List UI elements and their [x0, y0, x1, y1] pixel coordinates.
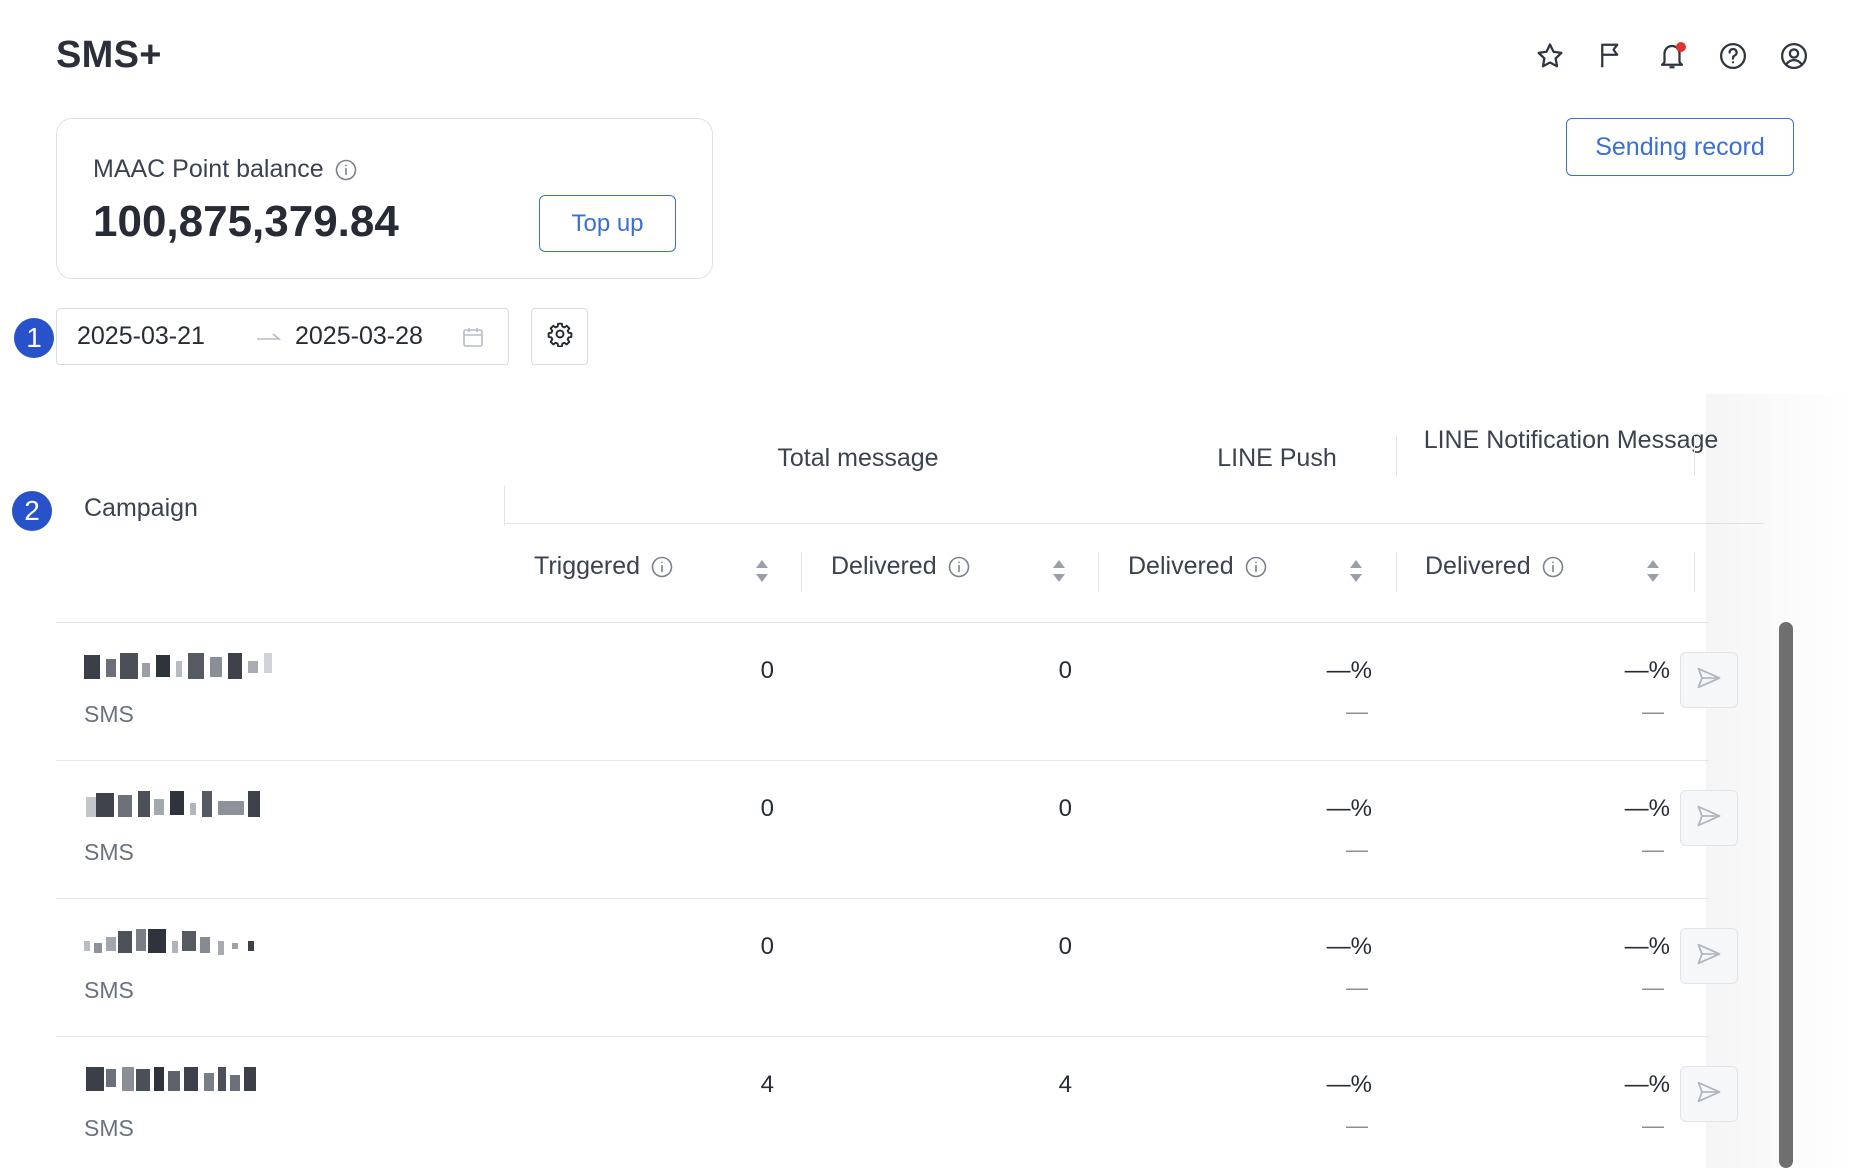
info-icon[interactable]: [650, 555, 674, 579]
send-icon: [1695, 802, 1723, 835]
group-header-total-message: Total message: [777, 444, 939, 472]
line-push-rate: —%: [1326, 1071, 1372, 1098]
settings-button[interactable]: [531, 308, 588, 365]
sending-record-button[interactable]: Sending record: [1566, 118, 1794, 176]
header-divider: [1396, 436, 1397, 476]
line-notification-count: —: [1642, 1113, 1664, 1138]
sub-header-delivered-label: Delivered: [831, 552, 937, 580]
balance-label: MAAC Point balance: [93, 155, 324, 183]
campaign-type: SMS: [84, 839, 134, 865]
gear-icon: [547, 321, 573, 352]
info-icon[interactable]: [1244, 555, 1268, 579]
sort-icon[interactable]: [1644, 557, 1662, 585]
line-push-rate: —%: [1326, 795, 1372, 822]
help-icon[interactable]: [1717, 40, 1749, 72]
line-push-count: —: [1346, 837, 1368, 862]
column-header-campaign: Campaign: [84, 494, 198, 522]
line-notification-rate: —%: [1624, 657, 1670, 684]
header-divider: [1098, 552, 1099, 592]
campaign-name-redacted: [86, 1067, 256, 1091]
line-notification-count: —: [1642, 975, 1664, 1000]
balance-card: MAAC Point balance 100,875,379.84 Top up: [56, 118, 713, 279]
header-divider: [801, 552, 802, 592]
sort-icon[interactable]: [1050, 557, 1068, 585]
triggered-value: 0: [760, 657, 774, 684]
header-divider: [504, 486, 505, 526]
delivered-value: 4: [1058, 1071, 1072, 1098]
table-row[interactable]: SMS 4 4 —% — —% —: [56, 1036, 1708, 1168]
send-button[interactable]: [1680, 652, 1738, 708]
table-row[interactable]: SMS 0 0 —% — —% —: [56, 898, 1708, 1036]
info-icon[interactable]: [334, 158, 358, 182]
table-row[interactable]: SMS 0 0 —% — —% —: [56, 760, 1708, 898]
send-button[interactable]: [1680, 928, 1738, 984]
sub-header-delivered-line-push: Delivered: [1128, 552, 1268, 581]
sub-header-triggered-label: Triggered: [534, 552, 641, 580]
sort-icon[interactable]: [753, 557, 771, 585]
delivered-value: 0: [1058, 657, 1072, 684]
star-icon[interactable]: [1534, 40, 1566, 72]
campaign-name-redacted: [84, 929, 254, 955]
campaign-type: SMS: [84, 701, 134, 727]
send-button[interactable]: [1680, 790, 1738, 846]
send-icon: [1695, 664, 1723, 697]
header-divider: [1694, 436, 1695, 476]
triggered-value: 4: [760, 1071, 774, 1098]
info-icon[interactable]: [947, 555, 971, 579]
user-icon[interactable]: [1778, 40, 1810, 72]
date-range-picker[interactable]: 2025-03-21 2025-03-28: [56, 308, 509, 365]
header-separator: [504, 523, 1764, 524]
line-push-rate: —%: [1326, 933, 1372, 960]
delivered-value: 0: [1058, 795, 1072, 822]
page-title: SMS+: [56, 34, 162, 76]
info-icon[interactable]: [1541, 555, 1565, 579]
group-header-line-notification: LINE Notification Message: [1423, 426, 1719, 454]
line-push-count: —: [1346, 975, 1368, 1000]
line-notification-rate: —%: [1624, 933, 1670, 960]
header-divider: [1396, 552, 1397, 592]
step-badge-2: 2: [12, 491, 52, 531]
campaign-table: Campaign Total message LINE Push LINE No…: [56, 394, 1764, 1168]
flag-icon[interactable]: [1595, 40, 1627, 72]
group-header-line-push: LINE Push: [1217, 444, 1337, 472]
line-push-rate: —%: [1326, 657, 1372, 684]
sub-header-delivered-total: Delivered: [831, 552, 971, 581]
top-up-button[interactable]: Top up: [539, 195, 676, 252]
calendar-icon[interactable]: [461, 325, 485, 349]
line-notification-count: —: [1642, 699, 1664, 724]
triggered-value: 0: [760, 795, 774, 822]
arrow-right-icon: [255, 327, 283, 347]
header-actions: [1434, 34, 1854, 78]
sub-header-delivered-line-notification: Delivered: [1425, 552, 1565, 581]
vertical-scrollbar[interactable]: [1779, 622, 1793, 1168]
bell-icon[interactable]: [1656, 40, 1688, 72]
campaign-name-redacted: [84, 653, 272, 679]
balance-label-row: MAAC Point balance: [93, 155, 358, 184]
delivered-value: 0: [1058, 933, 1072, 960]
line-notification-rate: —%: [1624, 1071, 1670, 1098]
line-notification-rate: —%: [1624, 795, 1670, 822]
step-badge-1: 1: [14, 318, 54, 358]
date-end[interactable]: 2025-03-28: [295, 322, 423, 351]
line-push-count: —: [1346, 699, 1368, 724]
date-start[interactable]: 2025-03-21: [77, 322, 205, 351]
sort-icon[interactable]: [1347, 557, 1365, 585]
notification-dot: [1676, 42, 1686, 52]
campaign-type: SMS: [84, 1115, 134, 1141]
sub-header-triggered: Triggered: [534, 552, 674, 581]
table-row[interactable]: SMS 0 0 —% — —% —: [56, 622, 1708, 760]
sub-header-delivered-label: Delivered: [1128, 552, 1234, 580]
send-icon: [1695, 1078, 1723, 1111]
campaign-type: SMS: [84, 977, 134, 1003]
send-icon: [1695, 940, 1723, 973]
campaign-name-redacted: [86, 791, 260, 817]
sub-header-delivered-label: Delivered: [1425, 552, 1531, 580]
header-divider: [1694, 552, 1695, 592]
balance-value: 100,875,379.84: [93, 197, 399, 246]
triggered-value: 0: [760, 933, 774, 960]
line-notification-count: —: [1642, 837, 1664, 862]
send-button[interactable]: [1680, 1066, 1738, 1122]
line-push-count: —: [1346, 1113, 1368, 1138]
